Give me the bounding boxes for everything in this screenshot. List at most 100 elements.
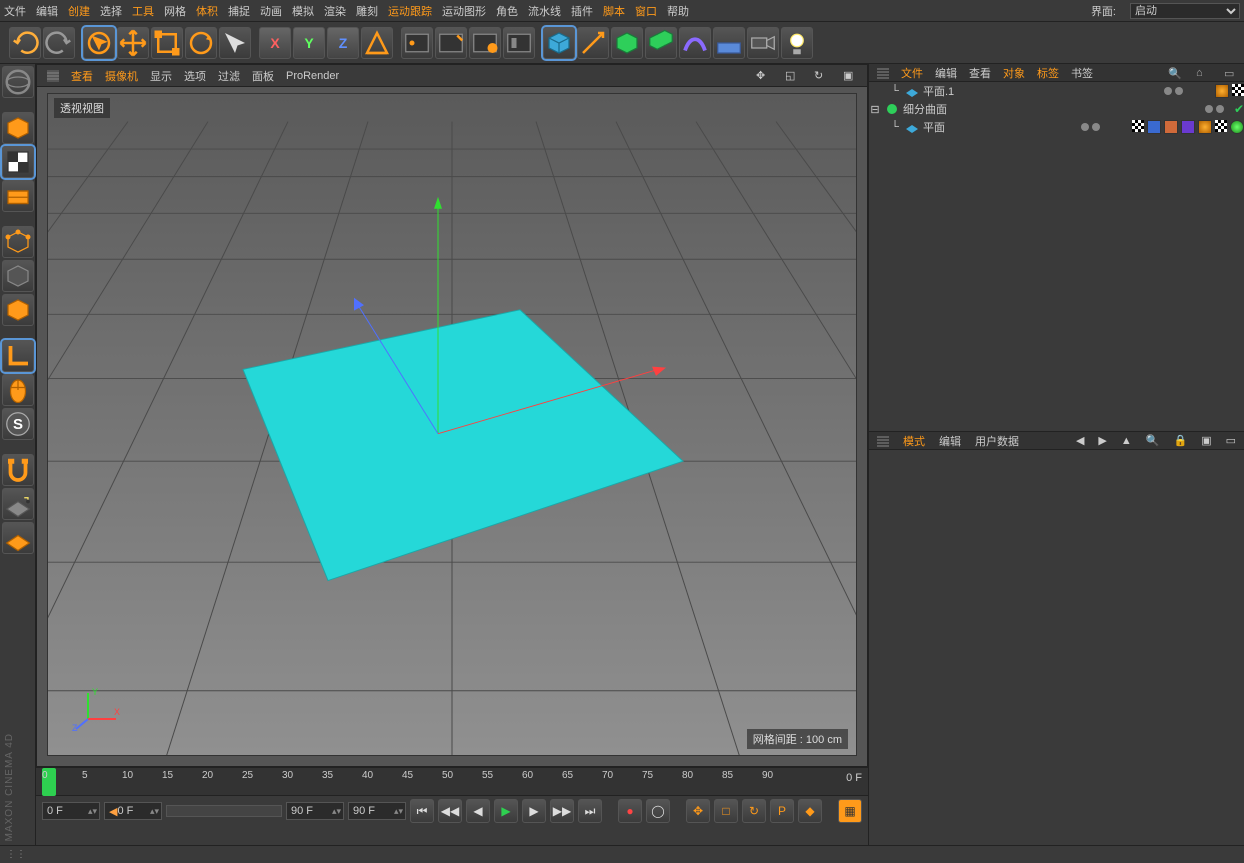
checker-tag-icon[interactable] bbox=[1232, 84, 1244, 96]
next-frame-button[interactable]: ▶ bbox=[522, 799, 546, 823]
menu-motiontracker[interactable]: 运动跟踪 bbox=[388, 3, 432, 19]
tree-row-subdiv[interactable]: ⊟ 细分曲面 ✔ bbox=[869, 100, 1244, 118]
vmenu-display[interactable]: 显示 bbox=[150, 68, 172, 84]
move-tool-button[interactable] bbox=[117, 27, 149, 59]
camera-button[interactable] bbox=[747, 27, 779, 59]
objtab-home-icon[interactable]: ⌂ bbox=[1196, 67, 1208, 79]
light-button[interactable] bbox=[781, 27, 813, 59]
menu-plugins[interactable]: 插件 bbox=[571, 3, 593, 19]
scale-tool-button[interactable] bbox=[151, 27, 183, 59]
layout-select[interactable]: 启动 bbox=[1130, 3, 1240, 19]
array-button[interactable] bbox=[645, 27, 677, 59]
point-mode-icon[interactable] bbox=[2, 226, 34, 258]
vmenu-options[interactable]: 选项 bbox=[184, 68, 206, 84]
objtab-objects[interactable]: 对象 bbox=[1003, 65, 1025, 81]
key-rot-button[interactable]: ↻ bbox=[742, 799, 766, 823]
visibility-dots[interactable] bbox=[1164, 87, 1183, 95]
current-frame-box[interactable]: ◀ 0 F▴▾ bbox=[104, 802, 162, 820]
tree-row-plane[interactable]: └ 平面 bbox=[869, 118, 1244, 136]
menu-select[interactable]: 选择 bbox=[100, 3, 122, 19]
menu-edit[interactable]: 编辑 bbox=[36, 3, 58, 19]
menu-character[interactable]: 角色 bbox=[496, 3, 518, 19]
goto-start-button[interactable]: ⏮ bbox=[410, 799, 434, 823]
viewport-max-icon[interactable]: ▣ bbox=[843, 69, 857, 83]
tweak-mouse-icon[interactable] bbox=[2, 374, 34, 406]
menu-sculpt[interactable]: 雕刻 bbox=[356, 3, 378, 19]
project-length-box[interactable]: 90 F▴▾ bbox=[348, 802, 406, 820]
green-sphere-tag-icon[interactable] bbox=[1230, 120, 1244, 134]
tags-plane1[interactable] bbox=[1215, 84, 1244, 98]
render-view-button[interactable] bbox=[401, 27, 433, 59]
attr-search-icon[interactable]: 🔍 bbox=[1146, 434, 1160, 447]
render-settings-button[interactable] bbox=[469, 27, 501, 59]
key-pla-button[interactable]: ◆ bbox=[798, 799, 822, 823]
checker-tag-icon[interactable] bbox=[1215, 120, 1227, 132]
attrtab-edit[interactable]: 编辑 bbox=[939, 433, 961, 449]
phong-tag-icon[interactable] bbox=[1147, 120, 1161, 134]
magnet-icon[interactable] bbox=[2, 454, 34, 486]
tree-name-plane1[interactable]: 平面.1 bbox=[923, 83, 963, 99]
live-selection-button[interactable] bbox=[83, 27, 115, 59]
visibility-dots[interactable] bbox=[1205, 105, 1224, 113]
tags-plane[interactable] bbox=[1132, 120, 1244, 134]
edge-mode-icon[interactable] bbox=[2, 260, 34, 292]
menu-script[interactable]: 脚本 bbox=[603, 3, 625, 19]
attrtab-userdata[interactable]: 用户数据 bbox=[975, 433, 1019, 449]
menu-window[interactable]: 窗口 bbox=[635, 3, 657, 19]
last-tool-button[interactable] bbox=[219, 27, 251, 59]
record-button[interactable]: ● bbox=[618, 799, 642, 823]
menu-simulate[interactable]: 模拟 bbox=[292, 3, 314, 19]
undo-button[interactable] bbox=[9, 27, 41, 59]
menu-volume[interactable]: 体积 bbox=[196, 3, 218, 19]
x-axis-lock-button[interactable]: X bbox=[259, 27, 291, 59]
object-tree[interactable]: └ 平面.1 ⊟ 细分曲面 ✔ └ 平面 bbox=[869, 82, 1244, 432]
vmenu-camera[interactable]: 摄像机 bbox=[105, 68, 138, 84]
coordinate-system-button[interactable] bbox=[361, 27, 393, 59]
menu-pipeline[interactable]: 流水线 bbox=[528, 3, 561, 19]
person-tag-icon[interactable] bbox=[1164, 120, 1178, 134]
rotate-tool-button[interactable] bbox=[185, 27, 217, 59]
range-slider[interactable] bbox=[166, 805, 282, 817]
attr-up-icon[interactable]: ▲ bbox=[1121, 435, 1132, 447]
attrtab-mode[interactable]: 模式 bbox=[903, 433, 925, 449]
generators-button[interactable] bbox=[611, 27, 643, 59]
down-tag-icon[interactable] bbox=[1181, 120, 1195, 134]
menu-mograph[interactable]: 运动图形 bbox=[442, 3, 486, 19]
tree-name-subdiv[interactable]: 细分曲面 bbox=[903, 101, 947, 117]
perspective-viewport[interactable]: 透视视图 网格间距 : 100 cm Y X Z bbox=[47, 93, 857, 756]
environment-button[interactable] bbox=[713, 27, 745, 59]
texture-mode-icon[interactable] bbox=[2, 180, 34, 212]
material-tag-icon[interactable] bbox=[1198, 120, 1212, 134]
objtab-bookmarks[interactable]: 书签 bbox=[1071, 65, 1093, 81]
viewport-zoom-icon[interactable]: ◱ bbox=[785, 69, 799, 83]
menu-create[interactable]: 创建 bbox=[68, 3, 90, 19]
vmenu-view[interactable]: 查看 bbox=[71, 68, 93, 84]
snap-s-icon[interactable]: S bbox=[2, 408, 34, 440]
play-button[interactable]: ▶ bbox=[494, 799, 518, 823]
objtab-edit[interactable]: 编辑 bbox=[935, 65, 957, 81]
attr-fwd-icon[interactable]: ▶ bbox=[1098, 434, 1106, 447]
workplane-icon[interactable] bbox=[2, 488, 34, 520]
key-scale-button[interactable]: □ bbox=[714, 799, 738, 823]
tree-row-plane1[interactable]: └ 平面.1 bbox=[869, 82, 1244, 100]
uvw-tag-icon[interactable] bbox=[1132, 120, 1144, 132]
autokey-button[interactable]: ◯ bbox=[646, 799, 670, 823]
objtab-tags[interactable]: 标签 bbox=[1037, 65, 1059, 81]
tree-name-plane[interactable]: 平面 bbox=[923, 119, 963, 135]
picture-viewer-button[interactable] bbox=[503, 27, 535, 59]
prev-key-button[interactable]: ◀◀ bbox=[438, 799, 462, 823]
objtab-view[interactable]: 查看 bbox=[969, 65, 991, 81]
range-end-box[interactable]: 90 F▴▾ bbox=[286, 802, 344, 820]
menu-tools[interactable]: 工具 bbox=[132, 3, 154, 19]
material-tag-icon[interactable] bbox=[1215, 84, 1229, 98]
menu-mesh[interactable]: 网格 bbox=[164, 3, 186, 19]
axis-l-icon[interactable] bbox=[2, 340, 34, 372]
menu-animate[interactable]: 动画 bbox=[260, 3, 282, 19]
key-pos-button[interactable]: ✥ bbox=[686, 799, 710, 823]
menu-snap[interactable]: 捕捉 bbox=[228, 3, 250, 19]
y-axis-lock-button[interactable]: Y bbox=[293, 27, 325, 59]
enabled-check-icon[interactable]: ✔ bbox=[1234, 102, 1244, 116]
objtab-collapse-icon[interactable]: ▭ bbox=[1224, 67, 1236, 79]
redo-button[interactable] bbox=[43, 27, 75, 59]
deformer-button[interactable] bbox=[679, 27, 711, 59]
